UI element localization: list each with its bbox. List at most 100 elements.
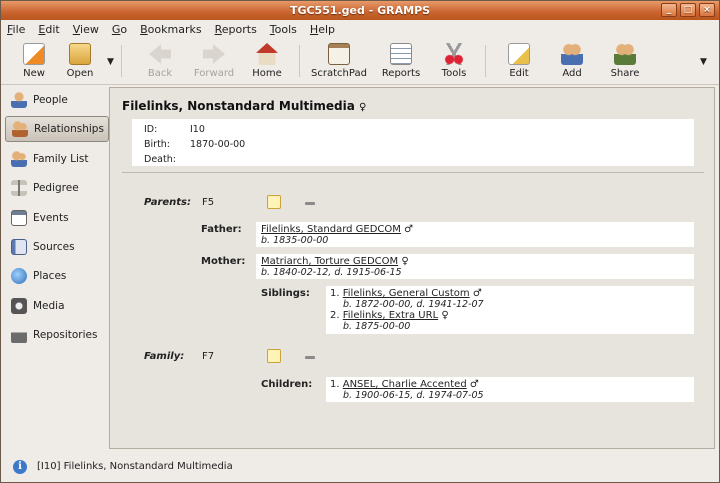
status-bar: i [I10] Filelinks, Nonstandard Multimedi… <box>1 451 719 482</box>
sibling-1-number: 1. <box>330 288 340 299</box>
edit-parents-icon[interactable] <box>267 195 281 209</box>
father-link[interactable]: Filelinks, Standard GEDCOM <box>261 224 401 235</box>
sidebar-item-repositories[interactable]: Repositories <box>5 322 109 348</box>
menu-edit[interactable]: Edit <box>38 23 59 36</box>
maximize-button[interactable]: □ <box>680 3 696 17</box>
forward-label: Forward <box>193 68 235 79</box>
list-item: 2. Filelinks, Extra URL ♀ <box>330 310 449 321</box>
edit-pencil-icon <box>508 43 530 65</box>
child-1-number: 1. <box>330 379 340 390</box>
window-title: TGC551.ged - GRAMPS <box>289 4 431 17</box>
sidebar-item-label: Events <box>33 211 69 224</box>
remove-parents-icon[interactable] <box>305 202 315 205</box>
father-dates: b. 1835-00-00 <box>261 235 329 246</box>
sidebar-item-label: Sources <box>33 240 75 253</box>
female-icon: ♀ <box>359 102 367 113</box>
info-icon: i <box>13 459 27 474</box>
male-icon: ♂ <box>469 379 479 390</box>
sibling-1-dates: b. 1872-00-00, d. 1941-12-07 <box>343 299 484 310</box>
sibling-1-link[interactable]: Filelinks, General Custom <box>343 288 470 299</box>
family-list-icon <box>11 150 27 167</box>
sidebar-item-media[interactable]: Media <box>5 293 109 319</box>
reports-button[interactable]: Reports <box>374 43 428 79</box>
places-globe-icon <box>11 268 27 285</box>
back-button[interactable]: Back <box>133 43 187 79</box>
status-text: [I10] Filelinks, Nonstandard Multimedia <box>37 461 233 472</box>
scratchpad-label: ScratchPad <box>311 68 367 79</box>
male-icon: ♂ <box>472 288 482 299</box>
open-dropdown-arrow-icon[interactable]: ▼ <box>107 57 114 67</box>
child-1-dates: b. 1900-06-15, d. 1974-07-05 <box>343 390 484 401</box>
menu-file[interactable]: File <box>7 23 25 36</box>
share-label: Share <box>610 68 640 79</box>
open-button[interactable]: Open <box>53 43 107 79</box>
sibling-2-link[interactable]: Filelinks, Extra URL <box>343 310 438 321</box>
active-person-name: Filelinks, Nonstandard Multimedia <box>122 99 355 113</box>
menu-reports[interactable]: Reports <box>215 23 257 36</box>
tools-button[interactable]: Tools <box>427 43 481 79</box>
new-icon <box>23 43 45 65</box>
mother-box: Matriarch, Torture GEDCOM ♀ b. 1840-02-1… <box>256 254 694 279</box>
female-icon: ♀ <box>441 310 449 321</box>
sidebar-item-label: Relationships <box>34 123 104 136</box>
menu-go[interactable]: Go <box>112 23 127 36</box>
toolbar-overflow-arrow-icon[interactable]: ▼ <box>700 57 707 67</box>
sidebar-item-pedigree[interactable]: Pedigree <box>5 175 109 201</box>
share-people-icon <box>614 43 636 65</box>
id-label: ID: <box>144 124 158 135</box>
birth-value: 1870-00-00 <box>190 139 246 150</box>
sidebar-item-label: Pedigree <box>33 182 79 195</box>
share-button[interactable]: Share <box>598 43 652 79</box>
scratchpad-button[interactable]: ScratchPad <box>308 43 370 79</box>
menu-bookmarks[interactable]: Bookmarks <box>140 23 201 36</box>
female-icon: ♀ <box>401 256 409 267</box>
add-button[interactable]: Add <box>545 43 599 79</box>
sidebar-item-people[interactable]: People <box>5 87 109 113</box>
home-button[interactable]: Home <box>240 43 294 79</box>
reports-label: Reports <box>381 68 421 79</box>
list-item: 1. ANSEL, Charlie Accented ♂ <box>330 379 479 390</box>
clipboard-icon <box>328 43 350 65</box>
pedigree-icon <box>11 180 27 197</box>
sidebar-item-events[interactable]: Events <box>5 205 109 231</box>
father-label: Father: <box>201 224 242 235</box>
minimize-button[interactable]: _ <box>661 3 677 17</box>
tools-label: Tools <box>441 68 467 79</box>
birth-label: Birth: <box>144 139 171 150</box>
parents-family-id: F5 <box>202 197 215 208</box>
sidebar-item-relationships[interactable]: Relationships <box>5 116 109 143</box>
menu-view[interactable]: View <box>73 23 99 36</box>
remove-family-icon[interactable] <box>305 356 315 359</box>
edit-family-icon[interactable] <box>267 349 281 363</box>
mother-link[interactable]: Matriarch, Torture GEDCOM <box>261 256 398 267</box>
repositories-icon <box>11 327 27 344</box>
edit-button[interactable]: Edit <box>492 43 546 79</box>
close-button[interactable]: × <box>699 3 715 17</box>
sidebar-item-label: Media <box>33 299 65 312</box>
relationship-view: Filelinks, Nonstandard Multimedia ♀ ID: … <box>109 87 715 449</box>
sidebar-item-sources[interactable]: Sources <box>5 234 109 260</box>
scissors-tools-icon <box>443 43 465 65</box>
home-icon <box>256 43 278 65</box>
media-icon <box>11 297 27 314</box>
menu-bar: File Edit View Go Bookmarks Reports Tool… <box>1 20 719 39</box>
gramps-window: TGC551.ged - GRAMPS _ □ × File Edit View… <box>0 0 720 483</box>
edit-label: Edit <box>509 68 529 79</box>
sidebar-item-family-list[interactable]: Family List <box>5 146 109 172</box>
child-1-link[interactable]: ANSEL, Charlie Accented <box>343 379 467 390</box>
forward-button[interactable]: Forward <box>187 43 241 79</box>
sidebar-item-label: People <box>33 94 68 106</box>
id-value: I10 <box>190 124 205 135</box>
family-label: Family: <box>144 351 185 362</box>
sibling-2-dates: b. 1875-00-00 <box>343 321 411 332</box>
menu-help[interactable]: Help <box>310 23 335 36</box>
menu-tools[interactable]: Tools <box>270 23 297 36</box>
relationships-icon <box>12 121 28 138</box>
children-box: 1. ANSEL, Charlie Accented ♂ b. 1900-06-… <box>326 377 694 402</box>
back-arrow-icon <box>149 44 171 64</box>
sidebar: People Relationships Family List Pedigre… <box>5 87 109 447</box>
sidebar-item-places[interactable]: Places <box>5 263 109 289</box>
toolbar-separator <box>121 45 122 77</box>
sidebar-item-label: Repositories <box>33 329 98 342</box>
male-icon: ♂ <box>404 224 414 235</box>
